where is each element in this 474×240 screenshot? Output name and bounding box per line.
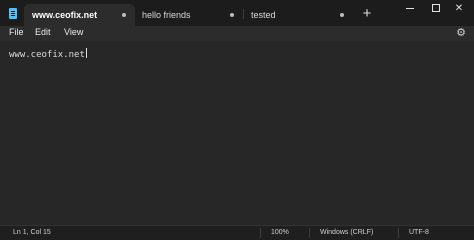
tab-www-ceofix-net[interactable]: www.ceofix.net	[24, 4, 135, 26]
maximize-icon	[432, 4, 440, 12]
tab-hello-friends[interactable]: hello friends	[134, 4, 244, 26]
text-caret	[85, 48, 87, 58]
new-tab-button[interactable]: +	[358, 5, 376, 23]
tab-label: www.ceofix.net	[32, 10, 98, 20]
notepad-window: www.ceofix.net hello friends tested + ✕ …	[0, 0, 474, 240]
close-icon: ✕	[454, 3, 464, 14]
status-bar: Ln 1, Col 15 100% Windows (CRLF) UTF-8	[0, 225, 474, 240]
tab-label: tested	[251, 10, 276, 20]
title-bar: www.ceofix.net hello friends tested + ✕	[0, 0, 474, 26]
gear-icon[interactable]: ⚙	[455, 27, 467, 39]
status-divider	[309, 228, 310, 238]
menu-bar: File Edit View ⚙	[0, 26, 474, 41]
line-ending[interactable]: Windows (CRLF)	[320, 226, 373, 240]
status-divider	[398, 228, 399, 238]
menu-view[interactable]: View	[64, 26, 83, 41]
unsaved-dot-icon[interactable]	[230, 13, 234, 17]
close-button[interactable]: ✕	[444, 0, 474, 17]
text-editor[interactable]: www.ceofix.net	[0, 41, 474, 225]
unsaved-dot-icon[interactable]	[122, 13, 126, 17]
tab-label: hello friends	[142, 10, 191, 20]
cursor-position[interactable]: Ln 1, Col 15	[13, 226, 51, 240]
zoom-level[interactable]: 100%	[271, 226, 289, 240]
menu-file[interactable]: File	[9, 26, 24, 41]
unsaved-dot-icon[interactable]	[340, 13, 344, 17]
notepad-icon	[9, 8, 17, 19]
menu-edit[interactable]: Edit	[35, 26, 51, 41]
status-divider	[260, 228, 261, 238]
tab-tested[interactable]: tested	[243, 4, 353, 26]
editor-content[interactable]: www.ceofix.net	[9, 48, 87, 61]
editor-text: www.ceofix.net	[9, 50, 85, 60]
encoding[interactable]: UTF-8	[409, 226, 429, 240]
minimize-icon	[406, 8, 414, 9]
